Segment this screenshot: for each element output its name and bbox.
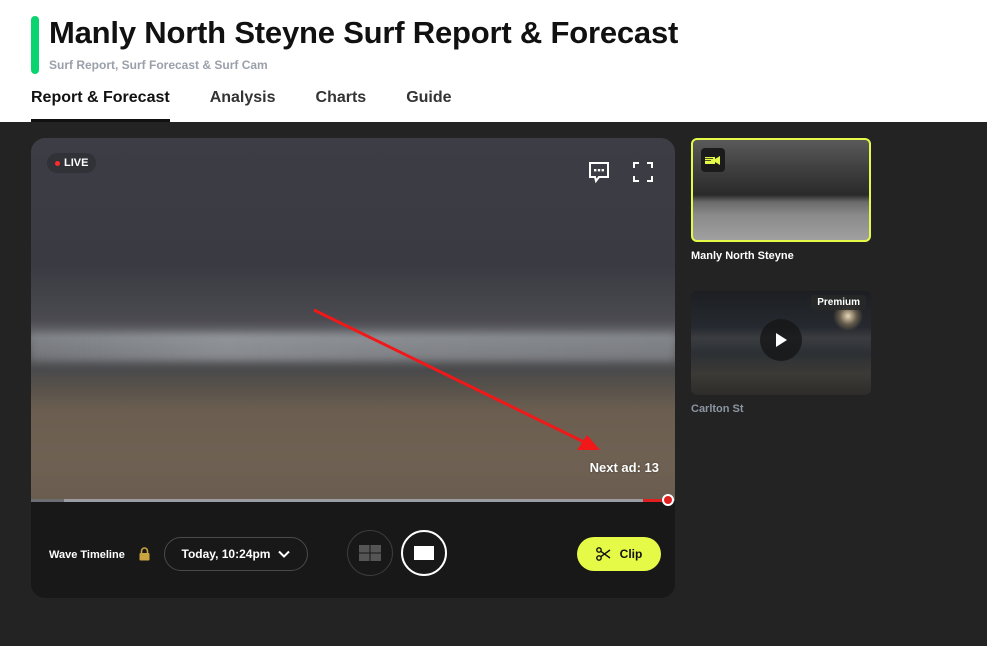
cam-card-carlton-st[interactable]: Premium Carlton St [691,291,871,415]
premium-badge: Premium [811,295,866,310]
tab-analysis[interactable]: Analysis [210,88,276,122]
live-label: LIVE [64,157,89,169]
fullscreen-icon [633,162,653,182]
play-button[interactable] [760,319,802,361]
fullscreen-button[interactable] [631,160,655,184]
page-subtitle: Surf Report, Surf Forecast & Surf Cam [49,58,268,72]
tab-report-forecast[interactable]: Report & Forecast [31,88,170,122]
single-cam-layout-button[interactable] [401,530,447,576]
chat-bubble-icon [589,162,609,184]
clip-button[interactable]: Clip [577,537,661,571]
title-accent-bar [31,16,39,74]
chat-button[interactable] [587,160,611,184]
single-layout-icon [414,546,434,560]
player-controls: Wave Timeline Today, 10:24pm Clip [31,501,675,598]
next-ad-countdown: Next ad: 13 [589,460,659,475]
multi-cam-layout-button[interactable] [347,530,393,576]
cam-thumbnail: Premium [691,291,871,395]
camera-icon [705,156,720,165]
tab-charts[interactable]: Charts [316,88,367,122]
tab-bar: Report & Forecast Analysis Charts Guide [31,88,492,122]
cam-thumbnail [691,138,871,242]
page-title: Manly North Steyne Surf Report & Forecas… [49,15,679,50]
page-header: Manly North Steyne Surf Report & Forecas… [0,0,987,122]
play-icon [776,333,787,347]
clip-label: Clip [619,547,643,561]
lock-icon [139,547,150,561]
time-select-value: Today, 10:24pm [181,547,271,561]
chevron-down-icon [278,550,291,558]
surf-cam-player: LIVE Next ad: 13 Wave Timeline Today, 10… [31,138,675,598]
time-select-dropdown[interactable]: Today, 10:24pm [164,537,308,571]
scissors-icon [595,547,611,561]
cam-name: Manly North Steyne [691,250,794,262]
live-badge: LIVE [47,153,97,173]
cam-card-manly-north-steyne[interactable]: Manly North Steyne [691,138,871,262]
cam-badge [701,148,725,172]
live-dot-icon [55,160,60,166]
wave-timeline-label: Wave Timeline [49,549,125,561]
grid-layout-icon [359,545,381,561]
cam-video[interactable]: LIVE Next ad: 13 [31,138,675,501]
tab-guide[interactable]: Guide [406,88,451,122]
annotation-arrow [313,308,600,450]
cam-name: Carlton St [691,403,744,415]
